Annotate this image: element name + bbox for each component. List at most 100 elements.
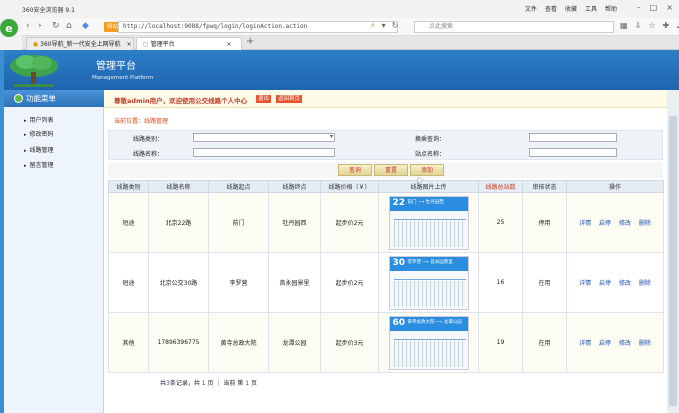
- cell-type: 短途: [108, 252, 149, 313]
- column-header: 审核状态: [522, 180, 567, 193]
- route-map-line: [393, 338, 466, 340]
- edit-link[interactable]: 修改: [619, 340, 631, 347]
- search-input[interactable]: 点此搜索: [414, 21, 614, 33]
- delete-link[interactable]: 删除: [639, 340, 651, 347]
- sidebar-item-routes[interactable]: ▸ 线路管理: [24, 145, 54, 154]
- maximize-icon[interactable]: □: [650, 3, 658, 12]
- home-button[interactable]: 返回首页: [276, 95, 303, 103]
- tab-360-nav[interactable]: ● 360导航_新一代安全上网导航 ×: [26, 37, 134, 50]
- tab-management[interactable]: ▢ 管理平台 ×: [136, 37, 242, 50]
- cell-type: 其他: [108, 312, 149, 373]
- menu-tools[interactable]: 工具: [585, 4, 597, 13]
- detail-link[interactable]: 详情: [579, 340, 591, 347]
- tab-label: 360导航_新一代安全上网导航: [40, 41, 121, 48]
- edit-link[interactable]: 修改: [619, 220, 631, 227]
- shield-icon[interactable]: ◆: [82, 21, 89, 31]
- browser-menu: 文件 查看 收藏 工具 帮助: [525, 4, 617, 13]
- column-header: 线路名称: [148, 180, 209, 193]
- new-tab-button[interactable]: +: [246, 36, 254, 47]
- delete-link[interactable]: 删除: [639, 220, 651, 227]
- table-row: 短途 北京22路 前门 牡丹园西 起步价2元 22 前门 ⟶ 牡丹园西 25 停…: [108, 192, 664, 253]
- grid-icon[interactable]: ▦: [620, 21, 628, 30]
- address-bar-row: ‹ › ↻ ⌂ ◆ 网站重定向 http://localhost:9088/fp…: [22, 18, 679, 36]
- cell-type: 短途: [108, 192, 149, 253]
- svg-text:e: e: [5, 22, 12, 35]
- route-map-image[interactable]: 60 黄寺总政大院 ⟶ 龙潭公园: [388, 315, 469, 370]
- route-map-image[interactable]: 30 李罗营 ⟶ 首永园景里: [388, 255, 469, 310]
- sidebar-item-label: 线路管理: [29, 147, 54, 154]
- dropdown-icon[interactable]: ▾: [382, 21, 386, 30]
- cell-start: 前门: [208, 192, 269, 253]
- home-icon[interactable]: ⌂: [66, 21, 72, 31]
- edit-link[interactable]: 修改: [619, 280, 631, 287]
- cell-name: 北京22路: [148, 192, 209, 253]
- station-input[interactable]: [529, 148, 617, 157]
- cell-ops: 详情 启停 修改 删除: [566, 252, 664, 313]
- route-name-input[interactable]: [193, 148, 335, 157]
- menu-file[interactable]: 文件: [525, 4, 537, 13]
- reload-icon[interactable]: ↻: [392, 21, 399, 30]
- route-map-image[interactable]: 22 前门 ⟶ 牡丹园西: [388, 195, 469, 250]
- back-icon[interactable]: ‹: [26, 21, 30, 31]
- menu-view[interactable]: 查看: [545, 4, 557, 13]
- star-icon[interactable]: ☆: [648, 21, 655, 30]
- sidebar-item-password[interactable]: ▸ 修改密码: [24, 129, 54, 138]
- tab-close-icon[interactable]: ×: [227, 41, 232, 48]
- vertical-scrollbar[interactable]: [667, 90, 679, 413]
- menu-dot-icon: [14, 94, 23, 103]
- detail-link[interactable]: 详情: [579, 220, 591, 227]
- add-button[interactable]: 添加: [410, 164, 444, 176]
- browser-logo-icon: e: [0, 14, 22, 54]
- cell-stations: 19: [478, 312, 523, 373]
- minimize-icon[interactable]: –: [637, 3, 641, 12]
- table-header-row: 线路类别 线路名称 线路起点 线路终点 线路价格（￥） 线路图片上传 线路总站数…: [108, 180, 664, 193]
- tab-icon: ●: [33, 41, 39, 48]
- toggle-link[interactable]: 启停: [599, 280, 611, 287]
- pagination-text: 页 ｜ 当前 第: [207, 380, 244, 387]
- refresh-icon[interactable]: ↻: [52, 21, 60, 31]
- page-title: 管理平台: [96, 61, 136, 72]
- toggle-link[interactable]: 启停: [599, 340, 611, 347]
- toggle-link[interactable]: 启停: [599, 220, 611, 227]
- welcome-bar: 尊敬admin用户，欢迎使用公交线路个人中心 退出 返回首页: [104, 90, 667, 108]
- cell-stations: 25: [478, 192, 523, 253]
- station-label: 站点名称：: [415, 151, 446, 158]
- extension-icon[interactable]: ✚: [662, 21, 669, 30]
- reset-button[interactable]: 重置: [374, 164, 408, 176]
- sidebar-item-label: 留言管理: [29, 162, 54, 169]
- download-icon[interactable]: ⇩: [635, 21, 642, 30]
- close-icon[interactable]: ×: [666, 3, 673, 12]
- forward-icon[interactable]: ›: [38, 21, 42, 31]
- routes-table: 线路类别 线路名称 线路起点 线路终点 线路价格（￥） 线路图片上传 线路总站数…: [108, 180, 664, 373]
- lightning-icon[interactable]: ⚡: [370, 21, 376, 30]
- url-action-icons: ⚡ ▾ ↻: [370, 21, 398, 30]
- sidebar-item-messages[interactable]: ▸ 留言管理: [24, 160, 54, 169]
- cell-price: 起步价2元: [320, 252, 379, 313]
- menu-help[interactable]: 帮助: [605, 4, 617, 13]
- cell-end: 龙潭公园: [268, 312, 321, 373]
- route-map-number: 60: [392, 317, 406, 328]
- scrollbar-thumb[interactable]: [669, 116, 677, 406]
- pagination: 共3条记录，共 1 页 ｜ 当前 第 1 页: [160, 378, 257, 387]
- column-header: 线路类别: [108, 180, 149, 193]
- tab-close-icon[interactable]: ×: [127, 41, 132, 48]
- main-content: 尊敬admin用户，欢迎使用公交线路个人中心 退出 返回首页 当前位置：线路管理…: [104, 90, 667, 413]
- toolbar-icons: ▦ ⇩ ☆ ✚ ☁ ≡: [620, 21, 679, 30]
- column-header: 线路起点: [208, 180, 269, 193]
- logout-button[interactable]: 退出: [256, 95, 272, 103]
- route-map-title: 黄寺总政大院 ⟶ 龙潭公园: [407, 319, 462, 325]
- transfer-input[interactable]: [529, 133, 617, 142]
- cell-stations: 16: [478, 252, 523, 313]
- column-header: 线路图片上传: [378, 180, 479, 193]
- query-button[interactable]: 查询: [338, 164, 372, 176]
- chevron-down-icon: ▾: [329, 133, 333, 140]
- sidebar-item-label: 用户列表: [29, 117, 54, 124]
- route-type-select[interactable]: ▾: [193, 133, 335, 142]
- url-input[interactable]: http://localhost:9088/fpwq/login/loginAc…: [118, 21, 398, 33]
- detail-link[interactable]: 详情: [579, 280, 591, 287]
- delete-link[interactable]: 删除: [639, 280, 651, 287]
- sidebar-item-users[interactable]: ▸ 用户列表: [24, 115, 54, 124]
- column-header: 线路总站数: [478, 180, 523, 193]
- cell-image: 30 李罗营 ⟶ 首永园景里: [378, 252, 479, 313]
- menu-favorites[interactable]: 收藏: [565, 4, 577, 13]
